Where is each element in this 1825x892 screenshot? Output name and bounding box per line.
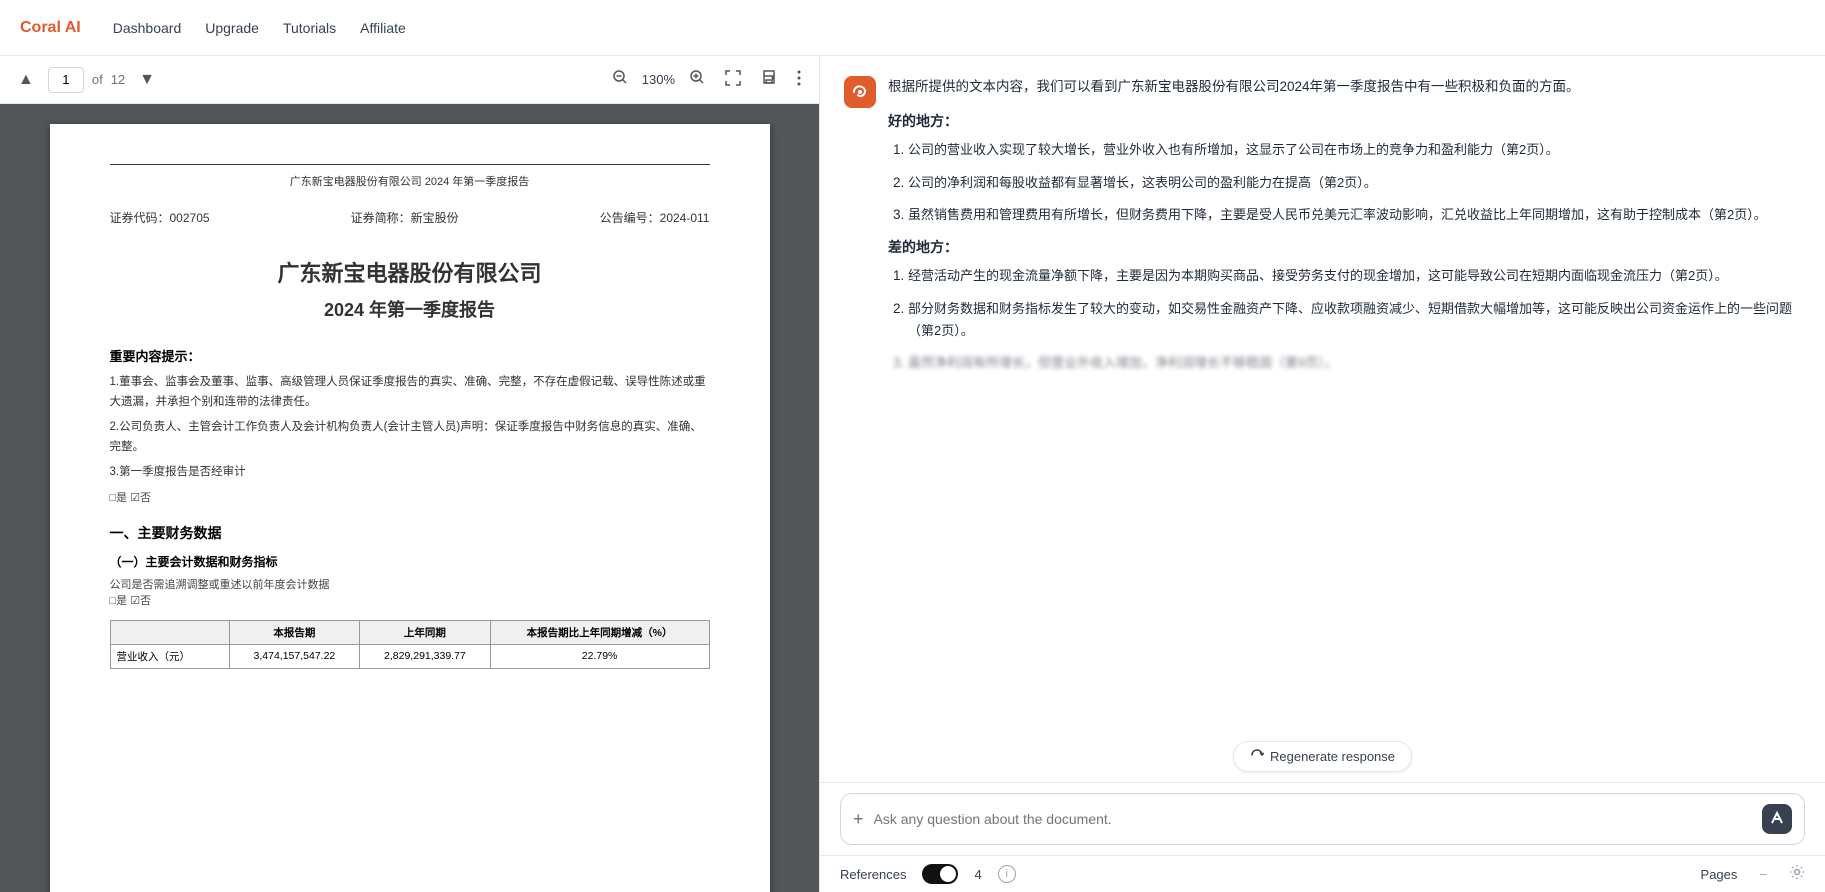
table-header-1: 本报告期 — [229, 620, 360, 644]
zoom-in-button[interactable] — [683, 65, 711, 94]
list-item: 虽然净利润有所增长，但营业外收入增加，净利润增长不够稳固（第9页）。 — [908, 352, 1801, 374]
table-cell-label: 营业收入（元） — [110, 644, 229, 668]
pdf-table: 本报告期 上年同期 本报告期比上年同期增减（%） 营业收入（元） 3,474,1… — [110, 620, 710, 669]
pdf-title-sub: 2024 年第一季度报告 — [110, 296, 710, 322]
add-attachment-button[interactable]: + — [853, 809, 864, 830]
pdf-toolbar: ▲ of 12 ▼ 130% — [0, 56, 819, 104]
ai-input-wrap: + — [820, 782, 1825, 855]
ai-bad-list: 经营活动产生的现金流量净额下降，主要是因为本期购买商品、接受劳务支付的现金增加，… — [888, 265, 1801, 374]
zoom-out-button[interactable] — [606, 65, 634, 94]
more-options-button[interactable] — [791, 66, 807, 94]
list-item: 虽然销售费用和管理费用有所增长，但财务费用下降，主要是受人民币兑美元汇率波动影响… — [908, 204, 1801, 226]
send-button[interactable] — [1762, 804, 1792, 834]
page-total: 12 — [111, 72, 125, 87]
ai-bad-heading: 差的地方： — [888, 236, 1801, 259]
pdf-p1: 1.董事会、监事会及董事、监事、高级管理人员保证季度报告的真实、准确、完整，不存… — [110, 373, 710, 412]
references-count: 4 — [974, 867, 981, 882]
list-item: 公司的营业收入实现了较大增长，营业外收入也有所增加，这显示了公司在市场上的竞争力… — [908, 139, 1801, 161]
nav-affiliate[interactable]: Affiliate — [360, 16, 406, 40]
page-separator: of — [92, 72, 103, 87]
plus-icon: + — [853, 809, 864, 830]
zoom-in-icon — [689, 69, 705, 90]
pdf-section1-title: 一、主要财务数据 — [110, 523, 710, 543]
references-toggle[interactable] — [922, 864, 958, 884]
pdf-meta-code: 证券代码：002705 — [110, 209, 210, 226]
avatar — [844, 76, 876, 108]
ai-bottom-bar: References 4 i Pages − — [820, 855, 1825, 892]
pdf-title-main: 广东新宝电器股份有限公司 — [110, 256, 710, 288]
ai-good-list: 公司的营业收入实现了较大增长，营业外收入也有所增加，这显示了公司在市场上的竞争力… — [888, 139, 1801, 226]
pdf-table-note-sub: □是 ☑否 — [110, 592, 710, 608]
regenerate-icon — [1250, 748, 1264, 765]
chat-input[interactable] — [874, 811, 1752, 827]
print-button[interactable] — [755, 66, 783, 94]
table-cell-change: 22.79% — [490, 644, 709, 668]
page-number-input[interactable] — [48, 67, 84, 93]
send-icon — [1770, 811, 1784, 828]
pdf-page: 广东新宝电器股份有限公司 2024 年第一季度报告 证券代码：002705 证券… — [50, 124, 770, 892]
ai-bubble: 根据所提供的文本内容，我们可以看到广东新宝电器股份有限公司2024年第一季度报告… — [888, 76, 1801, 384]
pdf-meta-abbr: 证券简称：新宝股份 — [351, 209, 459, 226]
references-label: References — [840, 867, 906, 882]
ai-messages[interactable]: 根据所提供的文本内容，我们可以看到广东新宝电器股份有限公司2024年第一季度报告… — [820, 56, 1825, 735]
top-nav: Coral AI Dashboard Upgrade Tutorials Aff… — [0, 0, 1825, 56]
pdf-panel: ▲ of 12 ▼ 130% — [0, 56, 820, 892]
nav-upgrade[interactable]: Upgrade — [205, 16, 259, 40]
list-item: 部分财务数据和财务指标发生了较大的变动，如交易性金融资产下降、应收款项融资减少、… — [908, 298, 1801, 343]
pages-dash: − — [1759, 867, 1767, 882]
pdf-header-text: 广东新宝电器股份有限公司 2024 年第一季度报告 — [110, 173, 710, 189]
pdf-table-note: 公司是否需追溯调整或重述以前年度会计数据 — [110, 576, 710, 592]
zoom-out-icon — [612, 69, 628, 90]
table-cell-prev: 2,829,291,339.77 — [360, 644, 491, 668]
nav-tutorials[interactable]: Tutorials — [283, 16, 336, 40]
expand-button[interactable] — [719, 66, 747, 94]
ai-input-box: + — [840, 793, 1805, 845]
pdf-meta-num: 公告编号：2024-011 — [600, 209, 710, 226]
ai-panel: 根据所提供的文本内容，我们可以看到广东新宝电器股份有限公司2024年第一季度报告… — [820, 56, 1825, 892]
regenerate-label: Regenerate response — [1270, 749, 1395, 764]
table-cell-current: 3,474,157,547.22 — [229, 644, 360, 668]
regen-bar: Regenerate response — [820, 735, 1825, 782]
pdf-scroll[interactable]: 广东新宝电器股份有限公司 2024 年第一季度报告 证券代码：002705 证券… — [0, 104, 819, 892]
pages-label: Pages — [1701, 867, 1738, 882]
pdf-p2: 2.公司负责人、主管会计工作负责人及会计机构负责人(会计主管人员)声明：保证季度… — [110, 418, 710, 457]
list-item: 公司的净利润和每股收益都有显著增长，这表明公司的盈利能力在提高（第2页）。 — [908, 172, 1801, 194]
regenerate-button[interactable]: Regenerate response — [1233, 741, 1412, 772]
ai-good-heading: 好的地方： — [888, 110, 1801, 133]
brand-logo: Coral AI — [20, 19, 81, 37]
prev-page-button[interactable]: ▲ — [12, 67, 40, 93]
pdf-meta: 证券代码：002705 证券简称：新宝股份 公告编号：2024-011 — [110, 209, 710, 226]
nav-dashboard[interactable]: Dashboard — [113, 16, 182, 40]
ai-message: 根据所提供的文本内容，我们可以看到广东新宝电器股份有限公司2024年第一季度报告… — [844, 76, 1801, 384]
table-header-2: 上年同期 — [360, 620, 491, 644]
references-info-icon[interactable]: i — [998, 865, 1016, 883]
zoom-level: 130% — [642, 72, 675, 87]
toggle-knob — [940, 866, 956, 882]
next-page-button[interactable]: ▼ — [133, 67, 161, 93]
list-item: 经营活动产生的现金流量净额下降，主要是因为本期购买商品、接受劳务支付的现金增加，… — [908, 265, 1801, 287]
chevron-down-icon: ▼ — [139, 71, 155, 89]
table-header-0 — [110, 620, 229, 644]
pages-settings-icon[interactable] — [1789, 864, 1805, 884]
pdf-important-heading: 重要内容提示： — [110, 346, 710, 365]
pdf-p3-sub: □是 ☑否 — [110, 489, 710, 505]
main-area: ▲ of 12 ▼ 130% — [0, 56, 1825, 892]
pdf-table-wrap: 本报告期 上年同期 本报告期比上年同期增减（%） 营业收入（元） 3,474,1… — [110, 620, 710, 669]
pdf-p3: 3.第一季度报告是否经审计 — [110, 463, 710, 483]
chevron-up-icon: ▲ — [18, 71, 34, 89]
table-header-3: 本报告期比上年同期增减（%） — [490, 620, 709, 644]
pdf-section1-sub: （一）主要会计数据和财务指标 — [110, 553, 710, 570]
table-row: 营业收入（元） 3,474,157,547.22 2,829,291,339.7… — [110, 644, 709, 668]
ai-intro-text: 根据所提供的文本内容，我们可以看到广东新宝电器股份有限公司2024年第一季度报告… — [888, 76, 1801, 98]
